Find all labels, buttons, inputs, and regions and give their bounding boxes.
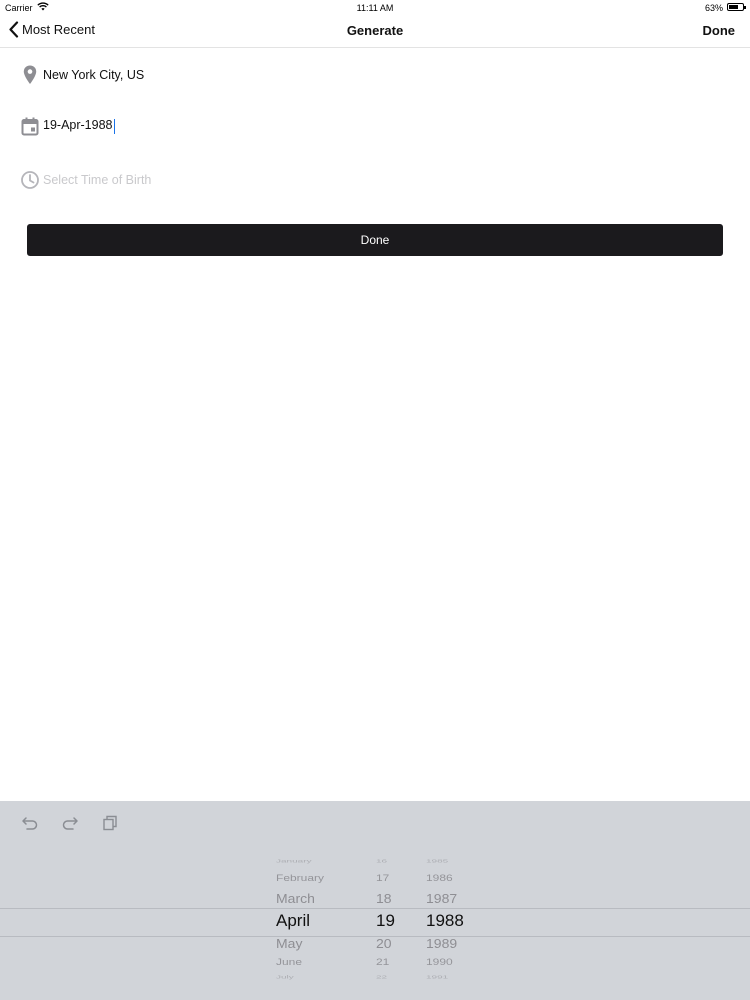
month-option[interactable]: January [276,859,356,864]
picker-selection-top-line [0,908,750,909]
page-title: Generate [346,23,404,38]
month-option[interactable]: July [276,975,356,980]
navigation-bar: Most Recent Generate Done [0,16,750,48]
year-option[interactable]: 1986 [426,872,476,883]
location-value: New York City, US [43,68,145,82]
month-option-selected[interactable]: April [276,911,356,931]
date-picker-wheel[interactable]: January February March April May June Ju… [0,856,750,986]
year-option[interactable]: 1989 [426,935,476,950]
day-option[interactable]: 21 [376,956,402,967]
text-cursor [113,118,115,134]
day-option[interactable]: 17 [376,872,402,883]
calendar-icon [19,115,41,137]
location-pin-icon [19,64,41,86]
day-option[interactable]: 18 [376,890,402,905]
time-field[interactable]: Select Time of Birth [19,169,151,191]
shortcut-toolbar [20,813,120,833]
paste-icon[interactable] [100,813,120,833]
location-field[interactable]: New York City, US [19,64,144,86]
clock-icon [19,169,41,191]
month-option[interactable]: March [276,890,356,905]
picker-selection-bottom-line [0,936,750,937]
redo-icon[interactable] [60,813,80,833]
month-option[interactable]: May [276,935,356,950]
status-bar: Carrier 11:11 AM 63% [0,0,750,16]
year-option[interactable]: 1990 [426,956,476,967]
day-column[interactable]: 16 17 18 19 20 21 22 [376,856,402,986]
month-option[interactable]: February [276,872,356,883]
battery-icon [727,3,746,11]
year-option-selected[interactable]: 1988 [426,911,476,931]
battery-percent: 63% [704,3,723,13]
day-option[interactable]: 22 [376,975,402,980]
year-option[interactable]: 1985 [426,859,476,864]
year-column[interactable]: 1985 1986 1987 1988 1989 1990 1991 [426,856,476,986]
month-option[interactable]: June [276,956,356,967]
clock-time: 11:11 AM [356,3,394,13]
year-option[interactable]: 1987 [426,890,476,905]
month-column[interactable]: January February March April May June Ju… [276,856,356,986]
undo-icon[interactable] [20,813,40,833]
day-option-selected[interactable]: 19 [376,911,402,931]
time-placeholder: Select Time of Birth [43,173,152,187]
year-option[interactable]: 1991 [426,975,476,980]
done-button[interactable]: Done [27,224,723,256]
done-button-label: Done [360,233,390,247]
day-option[interactable]: 16 [376,859,402,864]
date-field[interactable]: 19-Apr-1988 [19,115,115,137]
date-value: 19-Apr-1988 [43,118,113,133]
date-picker-keyboard: January February March April May June Ju… [0,801,750,1000]
nav-done-button[interactable]: Done [703,23,736,38]
date-input[interactable]: 19-Apr-1988 [43,118,115,134]
day-option[interactable]: 20 [376,935,402,950]
